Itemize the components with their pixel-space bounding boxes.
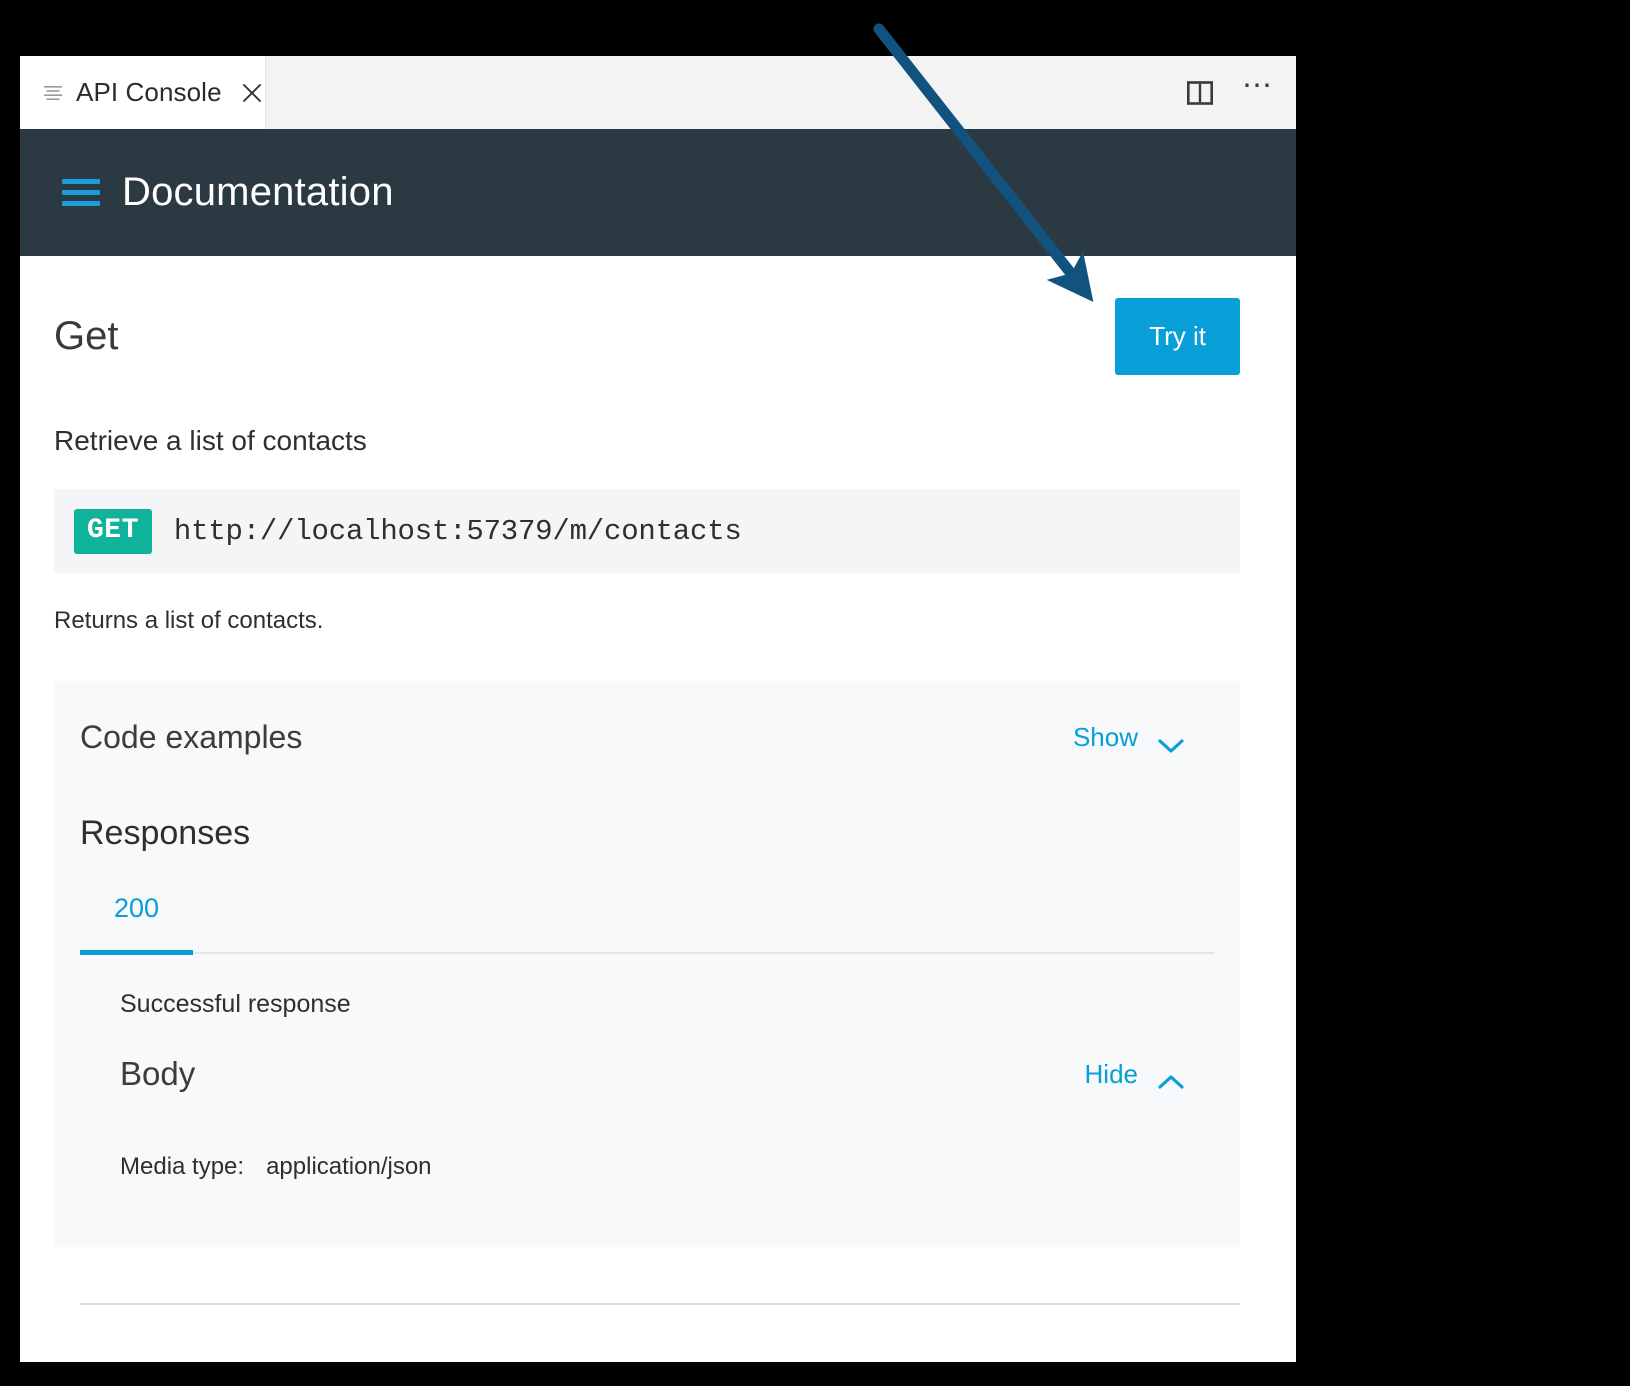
close-icon[interactable] xyxy=(240,81,264,105)
split-pane-icon[interactable] xyxy=(1186,79,1214,107)
responses-title: Responses xyxy=(54,756,1240,853)
response-body-toggle[interactable]: Hide xyxy=(1085,1059,1214,1090)
response-tab-200[interactable]: 200 xyxy=(80,893,193,955)
browser-tabstrip: API Console ⋯ xyxy=(20,56,1296,129)
chevron-down-icon xyxy=(1158,730,1184,746)
code-examples-toggle[interactable]: Show xyxy=(1073,722,1214,753)
code-examples-row[interactable]: Code examples Show xyxy=(54,681,1240,756)
more-options-icon[interactable]: ⋯ xyxy=(1242,81,1274,105)
operation-summary: Retrieve a list of contacts xyxy=(54,425,1262,457)
api-console-window: API Console ⋯ xyxy=(20,56,1296,1362)
tabstrip-controls: ⋯ xyxy=(266,56,1296,129)
operation-header-row: Get Try it xyxy=(54,256,1262,375)
media-type-row: Media type: application/json xyxy=(54,1093,1240,1181)
code-examples-toggle-label: Show xyxy=(1073,722,1138,753)
media-type-label: Media type: xyxy=(120,1153,244,1181)
hamburger-bar xyxy=(62,201,100,206)
code-examples-label: Code examples xyxy=(80,719,302,756)
response-description: Successful response xyxy=(54,954,1240,1019)
page-title: Documentation xyxy=(122,170,394,215)
chevron-up-icon xyxy=(1158,1066,1184,1082)
panel-spacer xyxy=(54,1181,1240,1247)
media-type-value: application/json xyxy=(266,1153,431,1181)
response-body-toggle-label: Hide xyxy=(1085,1059,1138,1090)
hamburger-menu-icon[interactable] xyxy=(62,179,100,206)
tab-api-console[interactable]: API Console xyxy=(20,56,266,129)
endpoint-url-bar: GET http://localhost:57379/m/contacts xyxy=(54,489,1240,573)
list-icon xyxy=(44,86,62,100)
hamburger-bar xyxy=(62,190,100,195)
hamburger-bar xyxy=(62,179,100,184)
documentation-header: Documentation xyxy=(20,129,1296,256)
response-body-row[interactable]: Body Hide xyxy=(54,1019,1240,1093)
tab-title: API Console xyxy=(76,77,222,108)
http-method-badge: GET xyxy=(74,509,152,554)
documentation-content: Get Try it Retrieve a list of contacts G… xyxy=(20,256,1296,1362)
operation-title: Get xyxy=(54,314,118,359)
details-panel: Code examples Show Responses 200 Success… xyxy=(54,681,1240,1247)
try-it-button[interactable]: Try it xyxy=(1115,298,1240,375)
response-body-label: Body xyxy=(120,1055,195,1093)
endpoint-url: http://localhost:57379/m/contacts xyxy=(174,515,742,548)
section-divider xyxy=(80,1303,1240,1305)
response-status-tabs: 200 xyxy=(80,893,1214,954)
operation-description: Returns a list of contacts. xyxy=(54,607,1262,635)
